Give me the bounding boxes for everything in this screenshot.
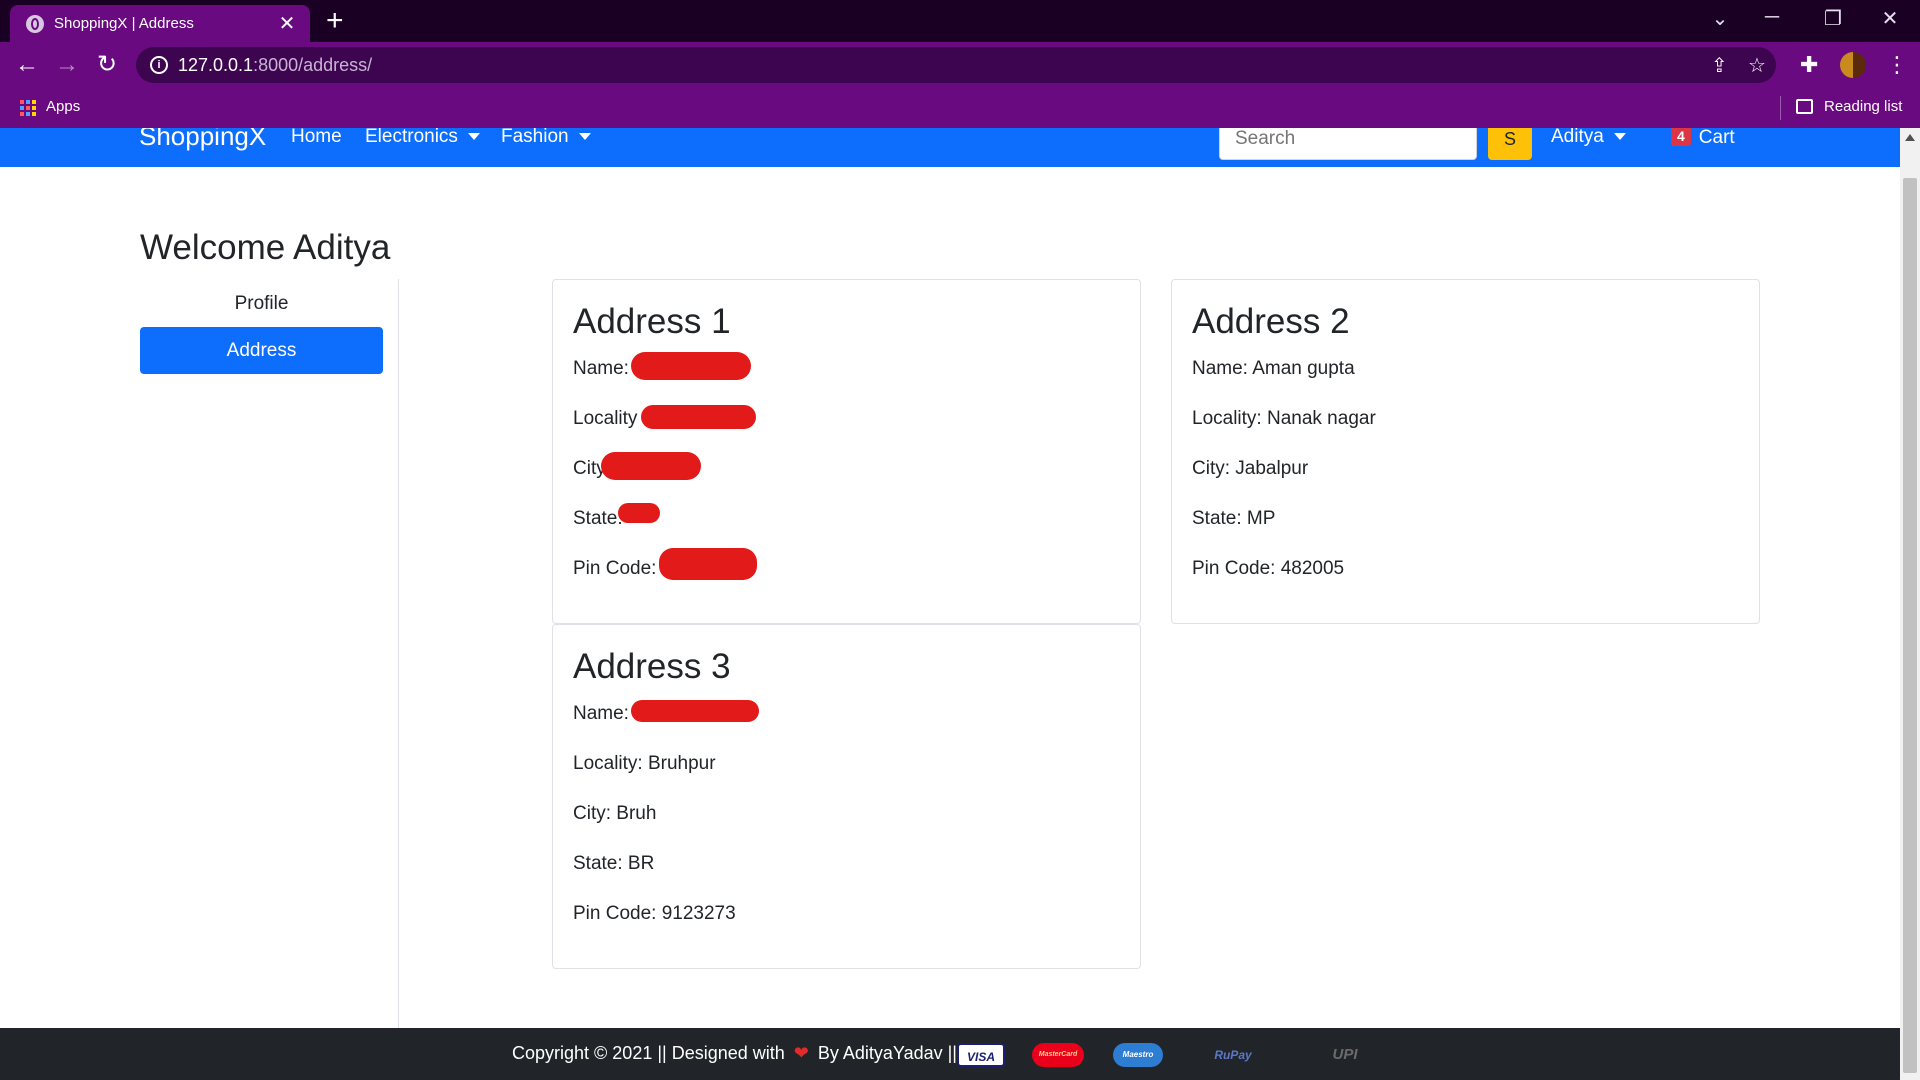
browser-toolbar: ← → ↻ i 127.0.0.1:8000/address/ ⇪ ☆ ✚ ⋮ (0, 42, 1920, 88)
search-input[interactable] (1219, 128, 1477, 160)
scrollbar-thumb[interactable] (1903, 178, 1917, 1073)
redaction-mark (601, 452, 701, 480)
browser-tab[interactable]: ShoppingX | Address ✕ (10, 5, 310, 42)
search-button[interactable]: S (1488, 128, 1532, 160)
site-navbar: ShoppingX Home Electronics Fashion S Adi… (0, 128, 1900, 167)
apps-bookmark[interactable]: Apps (46, 98, 80, 115)
close-window-icon[interactable]: ✕ (1870, 6, 1910, 31)
address-bar[interactable]: i 127.0.0.1:8000/address/ ⇪ ☆ (136, 47, 1776, 83)
apps-grid-icon[interactable] (20, 100, 36, 116)
rupay-logo: RuPay (1214, 1048, 1252, 1062)
url-text[interactable]: 127.0.0.1:8000/address/ (178, 55, 372, 76)
address-card-3: Address 3 Name: Locality: Bruhpur City: … (552, 624, 1141, 969)
page-title: Welcome Aditya (140, 228, 391, 267)
bookmark-star-icon[interactable]: ☆ (1748, 53, 1766, 78)
address-locality: Locality (573, 408, 638, 429)
menu-kebab-icon[interactable]: ⋮ (1886, 52, 1908, 78)
restore-icon[interactable]: ❐ (1813, 6, 1853, 31)
address-card-1: Address 1 Name: Locality City State: Pin… (552, 279, 1141, 624)
reading-list-button[interactable]: Reading list (1824, 98, 1902, 115)
redaction-mark (631, 700, 759, 722)
address-name: Name: (573, 358, 629, 379)
globe-icon (26, 15, 44, 33)
redaction-mark (618, 503, 660, 523)
brand-logo[interactable]: ShoppingX (139, 128, 266, 152)
forward-arrow-icon[interactable]: → (50, 48, 84, 82)
cart-link[interactable]: 4 Cart (1671, 128, 1735, 149)
bookmarks-bar: Apps Reading list (0, 88, 1920, 128)
address-title: Address 3 (573, 647, 731, 686)
address-locality: Locality: Bruhpur (573, 753, 716, 774)
address-card-2: Address 2 Name: Aman gupta Locality: Nan… (1171, 279, 1760, 624)
tab-title: ShoppingX | Address (54, 15, 194, 32)
page-scrollbar[interactable] (1900, 128, 1920, 1080)
nav-fashion[interactable]: Fashion (501, 128, 591, 148)
maestro-logo: Maestro (1113, 1043, 1163, 1067)
redaction-mark (641, 405, 756, 429)
heart-icon: ❤ (793, 1043, 809, 1063)
browser-tab-bar: ShoppingX | Address ✕ + ⌄ ─ ❐ ✕ (0, 0, 1920, 42)
address-name: Name: Aman gupta (1192, 358, 1355, 379)
address-state: State: MP (1192, 508, 1276, 529)
minimize-icon[interactable]: ─ (1752, 6, 1792, 29)
sidebar-item-address[interactable]: Address (140, 327, 383, 374)
redaction-mark (659, 548, 757, 580)
caret-down-icon (578, 133, 591, 141)
new-tab-button[interactable]: + (326, 4, 344, 38)
site-info-icon[interactable]: i (150, 56, 168, 74)
tab-search-chevron-icon[interactable]: ⌄ (1700, 6, 1740, 31)
visa-logo: VISA (957, 1043, 1005, 1067)
reload-icon[interactable]: ↻ (90, 48, 124, 82)
mastercard-logo: MasterCard (1032, 1043, 1084, 1067)
scroll-up-arrow-icon[interactable] (1905, 134, 1915, 141)
nav-home[interactable]: Home (291, 128, 342, 148)
close-tab-icon[interactable]: ✕ (276, 11, 298, 36)
footer-text: Copyright © 2021 || Designed with ❤ By A… (512, 1043, 957, 1063)
address-locality: Locality: Nanak nagar (1192, 408, 1376, 429)
sidebar-item-profile[interactable]: Profile (140, 283, 383, 325)
share-icon[interactable]: ⇪ (1711, 53, 1728, 78)
page-footer: Copyright © 2021 || Designed with ❤ By A… (0, 1028, 1900, 1080)
address-name: Name: (573, 703, 629, 724)
address-pin: Pin Code: 9123273 (573, 903, 736, 924)
user-dropdown[interactable]: Aditya (1551, 128, 1626, 148)
address-title: Address 2 (1192, 302, 1350, 341)
address-pin: Pin Code: (573, 558, 657, 579)
address-city: City: Bruh (573, 803, 657, 824)
address-city: City: Jabalpur (1192, 458, 1309, 479)
cart-count-badge: 4 (1671, 128, 1691, 146)
address-state: State: BR (573, 853, 655, 874)
address-title: Address 1 (573, 302, 731, 341)
bookmarks-separator (1780, 96, 1781, 120)
upi-logo: UPI (1332, 1046, 1358, 1063)
extensions-puzzle-icon[interactable]: ✚ (1800, 52, 1818, 78)
caret-down-icon (467, 133, 480, 141)
redaction-mark (631, 352, 751, 380)
back-arrow-icon[interactable]: ← (10, 48, 44, 82)
nav-electronics[interactable]: Electronics (365, 128, 480, 148)
sidebar-divider (398, 279, 399, 1080)
address-state: State: (573, 508, 623, 529)
page-viewport: ShoppingX Home Electronics Fashion S Adi… (0, 128, 1900, 1080)
address-pin: Pin Code: 482005 (1192, 558, 1345, 579)
profile-avatar[interactable] (1840, 52, 1866, 78)
caret-down-icon (1613, 133, 1626, 141)
reading-list-icon[interactable] (1796, 99, 1813, 114)
